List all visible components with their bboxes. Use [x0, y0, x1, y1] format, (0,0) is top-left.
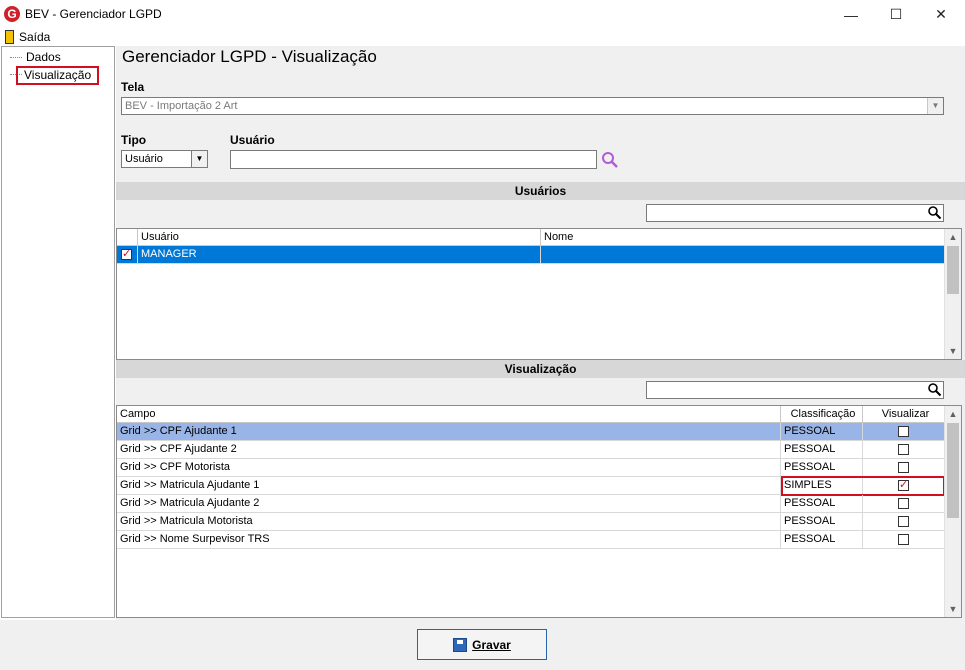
visualizar-checkbox[interactable] — [898, 426, 909, 437]
cell-classificacao: PESSOAL — [781, 459, 863, 477]
app-logo-icon: G — [4, 6, 20, 22]
visualizar-checkbox[interactable] — [898, 498, 909, 509]
cell-visualizar[interactable] — [863, 441, 946, 459]
row-checkbox[interactable] — [121, 246, 132, 263]
tree-item-dados[interactable]: Dados — [23, 50, 64, 65]
grid-header-usuario[interactable]: Usuário — [138, 229, 541, 246]
visualizar-checkbox[interactable] — [898, 534, 909, 545]
tela-label: Tela — [121, 80, 145, 94]
chevron-down-icon[interactable]: ▼ — [945, 601, 961, 617]
grid-header-nome[interactable]: Nome — [541, 229, 946, 246]
maximize-button[interactable]: ☐ — [873, 0, 919, 29]
grid-header-check — [117, 229, 138, 246]
view-section-header: Visualização — [116, 360, 965, 378]
visualizar-checkbox[interactable] — [898, 462, 909, 473]
cell-classificacao: PESSOAL — [781, 495, 863, 513]
save-label: Gravar — [472, 637, 511, 652]
tela-value: BEV - Importação 2 Art — [125, 100, 238, 112]
tree-connector — [10, 57, 22, 58]
grid-header-visualizar[interactable]: Visualizar — [863, 406, 946, 423]
chevron-down-icon[interactable]: ▼ — [191, 151, 207, 167]
tipo-select[interactable]: Usuário ▼ — [121, 150, 208, 168]
cell-classificacao: PESSOAL — [781, 423, 863, 441]
view-search-input[interactable] — [646, 381, 944, 399]
navigation-tree: Dados Visualização — [1, 46, 115, 618]
grid-header-campo[interactable]: Campo — [117, 406, 781, 423]
table-row[interactable]: Grid >> Nome Surpevisor TRS PESSOAL — [117, 531, 946, 549]
table-row[interactable]: MANAGER — [117, 246, 946, 264]
cell-visualizar[interactable] — [863, 513, 946, 531]
table-row[interactable]: Grid >> CPF Motorista PESSOAL — [117, 459, 946, 477]
cell-nome — [541, 246, 946, 264]
users-section-header: Usuários — [116, 182, 965, 200]
grid-header-classificacao[interactable]: Classificação — [781, 406, 863, 423]
table-row[interactable]: Grid >> Matricula Ajudante 2 PESSOAL — [117, 495, 946, 513]
cell-usuario: MANAGER — [138, 246, 541, 264]
highlight-box — [781, 476, 945, 496]
cell-classificacao: PESSOAL — [781, 531, 863, 549]
tipo-label: Tipo — [121, 133, 147, 147]
cell-visualizar[interactable] — [863, 423, 946, 441]
row-check-cell[interactable] — [117, 246, 138, 264]
tree-item-visualizacao[interactable]: Visualização — [16, 66, 100, 85]
window-title: BEV - Gerenciador LGPD — [25, 7, 162, 21]
chevron-up-icon[interactable]: ▲ — [945, 229, 961, 245]
tipo-value: Usuário — [125, 153, 163, 165]
scroll-thumb[interactable] — [947, 423, 959, 518]
usuario-label: Usuário — [230, 133, 275, 147]
menu-bar: Saída — [0, 29, 965, 46]
cell-campo: Grid >> Nome Surpevisor TRS — [117, 531, 781, 549]
title-bar: G BEV - Gerenciador LGPD — ☐ ✕ — [0, 0, 965, 29]
usuario-input[interactable] — [230, 150, 597, 169]
tela-select[interactable]: BEV - Importação 2 Art ▼ — [121, 97, 944, 115]
visualizar-checkbox[interactable] — [898, 516, 909, 527]
menu-exit[interactable]: Saída — [19, 30, 50, 44]
cell-classificacao: PESSOAL — [781, 513, 863, 531]
chevron-down-icon[interactable]: ▼ — [927, 98, 943, 114]
table-row[interactable]: Grid >> Matricula Motorista PESSOAL — [117, 513, 946, 531]
visualizar-checkbox[interactable] — [898, 444, 909, 455]
search-icon[interactable] — [927, 205, 942, 220]
door-exit-icon[interactable] — [5, 30, 14, 44]
cell-visualizar[interactable] — [863, 531, 946, 549]
users-grid: Usuário Nome MANAGER ▲ ▼ — [116, 228, 962, 360]
users-scrollbar[interactable]: ▲ ▼ — [944, 229, 961, 359]
floppy-disk-icon — [453, 637, 468, 652]
cell-campo: Grid >> CPF Ajudante 2 — [117, 441, 781, 459]
table-row[interactable]: Grid >> CPF Ajudante 1 PESSOAL — [117, 423, 946, 441]
users-search-input[interactable] — [646, 204, 944, 222]
search-icon[interactable] — [927, 382, 942, 397]
page-title: Gerenciador LGPD - Visualização — [122, 47, 377, 66]
view-scrollbar[interactable]: ▲ ▼ — [944, 406, 961, 617]
close-button[interactable]: ✕ — [918, 0, 964, 29]
scroll-thumb[interactable] — [947, 246, 959, 294]
minimize-button[interactable]: — — [828, 0, 874, 29]
cell-visualizar[interactable] — [863, 459, 946, 477]
cell-visualizar[interactable] — [863, 495, 946, 513]
table-row[interactable]: Grid >> Matricula Ajudante 1 SIMPLES — [117, 476, 946, 496]
search-icon[interactable] — [601, 151, 619, 169]
table-row[interactable]: Grid >> CPF Ajudante 2 PESSOAL — [117, 441, 946, 459]
cell-classificacao: PESSOAL — [781, 441, 863, 459]
chevron-up-icon[interactable]: ▲ — [945, 406, 961, 422]
save-button[interactable]: Gravar — [417, 629, 547, 660]
cell-campo: Grid >> Matricula Motorista — [117, 513, 781, 531]
cell-campo: Grid >> CPF Motorista — [117, 459, 781, 477]
cell-campo: Grid >> CPF Ajudante 1 — [117, 423, 781, 441]
view-grid: Campo Classificação Visualizar Grid >> C… — [116, 405, 962, 618]
cell-campo: Grid >> Matricula Ajudante 1 — [117, 477, 781, 495]
chevron-down-icon[interactable]: ▼ — [945, 343, 961, 359]
cell-campo: Grid >> Matricula Ajudante 2 — [117, 495, 781, 513]
